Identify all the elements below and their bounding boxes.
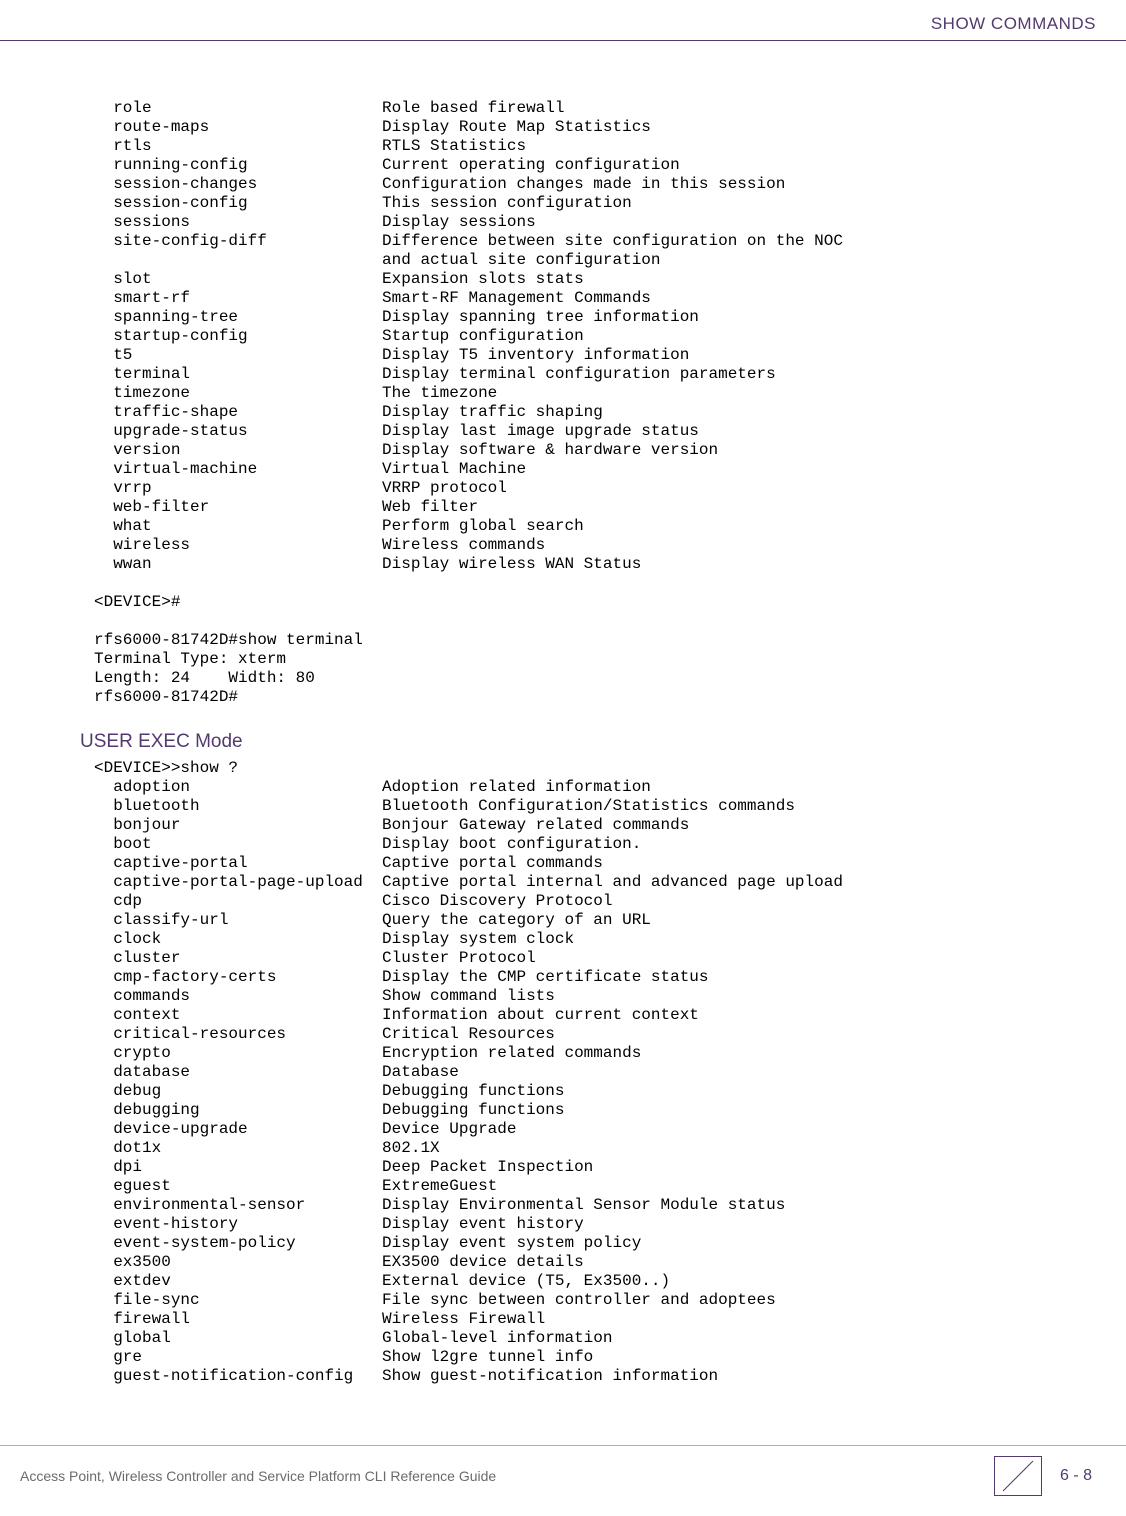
terminal-output-block-1: role Role based firewall route-maps Disp… [94,99,1096,707]
footer-slash-icon [994,1456,1042,1496]
footer-doc-title: Access Point, Wireless Controller and Se… [20,1468,496,1484]
section-heading-user-exec-mode: USER EXEC Mode [80,731,1096,753]
terminal-output-block-2: <DEVICE>>show ? adoption Adoption relate… [94,759,1096,1386]
footer-right: 6 - 8 [994,1456,1092,1496]
page-content: role Role based firewall route-maps Disp… [0,41,1126,1386]
header-title: SHOW COMMANDS [0,14,1096,34]
page-header: SHOW COMMANDS [0,0,1126,41]
page-footer: Access Point, Wireless Controller and Se… [0,1445,1126,1496]
footer-page-number: 6 - 8 [1060,1467,1092,1485]
